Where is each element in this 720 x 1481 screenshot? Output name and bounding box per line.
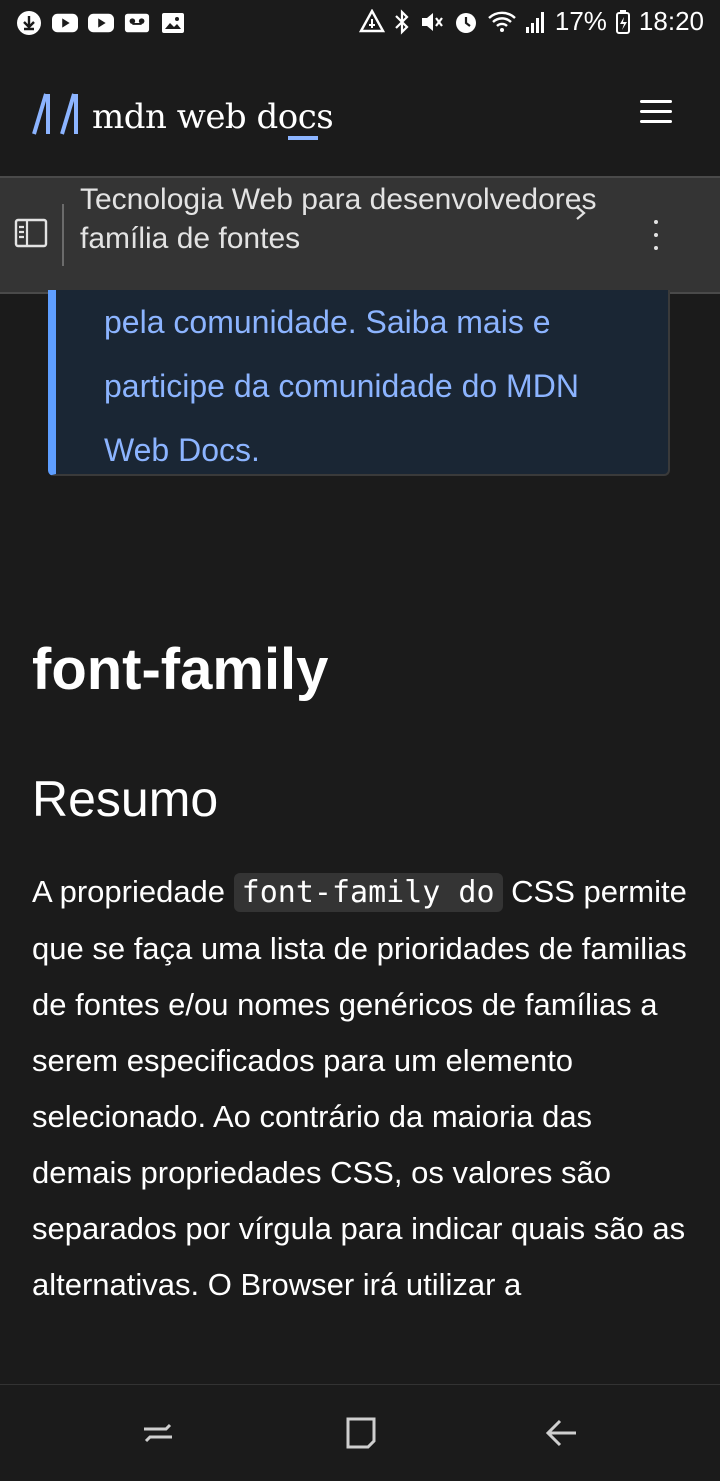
status-bar: 17% 18:20 [0,0,720,48]
recents-button[interactable] [140,1415,176,1451]
paragraph-text: A propriedade [32,874,234,909]
data-saver-icon [358,8,385,35]
home-icon [346,1417,376,1449]
clock: 18:20 [638,6,704,36]
community-notecard: pela comunidade. Saiba mais e participe … [48,290,670,476]
kebab-dot [654,246,658,250]
youtube-icon [52,10,78,36]
system-icons: 17% 18:20 [358,6,704,37]
menu-icon-bar [640,100,672,103]
breadcrumb-bar: Tecnologia Web para desenvolvedores famí… [0,176,720,294]
summary-paragraph: A propriedade font-family do CSS permite… [32,864,692,1313]
breadcrumb-item-font-family[interactable]: família de fontes [80,219,596,258]
chevron-right-icon[interactable] [572,198,590,233]
voicemail-icon [124,10,150,36]
youtube-icon [88,10,114,36]
back-button[interactable] [544,1415,580,1451]
bluetooth-icon [393,8,411,35]
page-title: font-family [32,637,329,702]
image-icon [160,10,186,36]
notecard-text[interactable]: pela comunidade. Saiba mais e participe … [104,290,644,482]
inline-code: font-family do [233,873,503,912]
menu-icon-bar [640,110,672,113]
battery-percent: 17% [554,6,607,36]
wifi-icon [487,9,517,35]
breadcrumb-item-web-tech[interactable]: Tecnologia Web para desenvolvedores [80,180,596,219]
sidebar-toggle-button[interactable] [14,218,50,250]
back-arrow-icon [545,1419,576,1447]
more-options-button[interactable] [650,216,662,256]
signal-icon [525,9,547,35]
notification-icons [16,10,186,36]
divider [62,204,64,266]
mdn-logo-icon [32,92,78,141]
battery-icon [615,9,631,35]
paragraph-text: CSS permite que se faça uma lista de pri… [32,874,687,1302]
mute-icon [419,9,445,35]
logo-text: mdn web docs [92,96,334,137]
logo-underscore [288,136,318,140]
recents-icon [144,1423,172,1443]
system-nav-bar [0,1384,720,1481]
menu-button[interactable] [640,100,672,124]
menu-icon-bar [640,120,672,123]
home-button[interactable] [342,1415,378,1451]
download-icon [16,10,42,36]
sidebar-icon [14,218,48,248]
alarm-icon [453,9,479,35]
kebab-dot [654,220,658,224]
section-heading-resumo: Resumo [32,771,219,827]
site-header: mdn web docs [0,48,720,176]
breadcrumb: Tecnologia Web para desenvolvedores famí… [80,180,596,258]
kebab-dot [654,233,658,237]
mdn-logo[interactable]: mdn web docs [32,92,334,141]
